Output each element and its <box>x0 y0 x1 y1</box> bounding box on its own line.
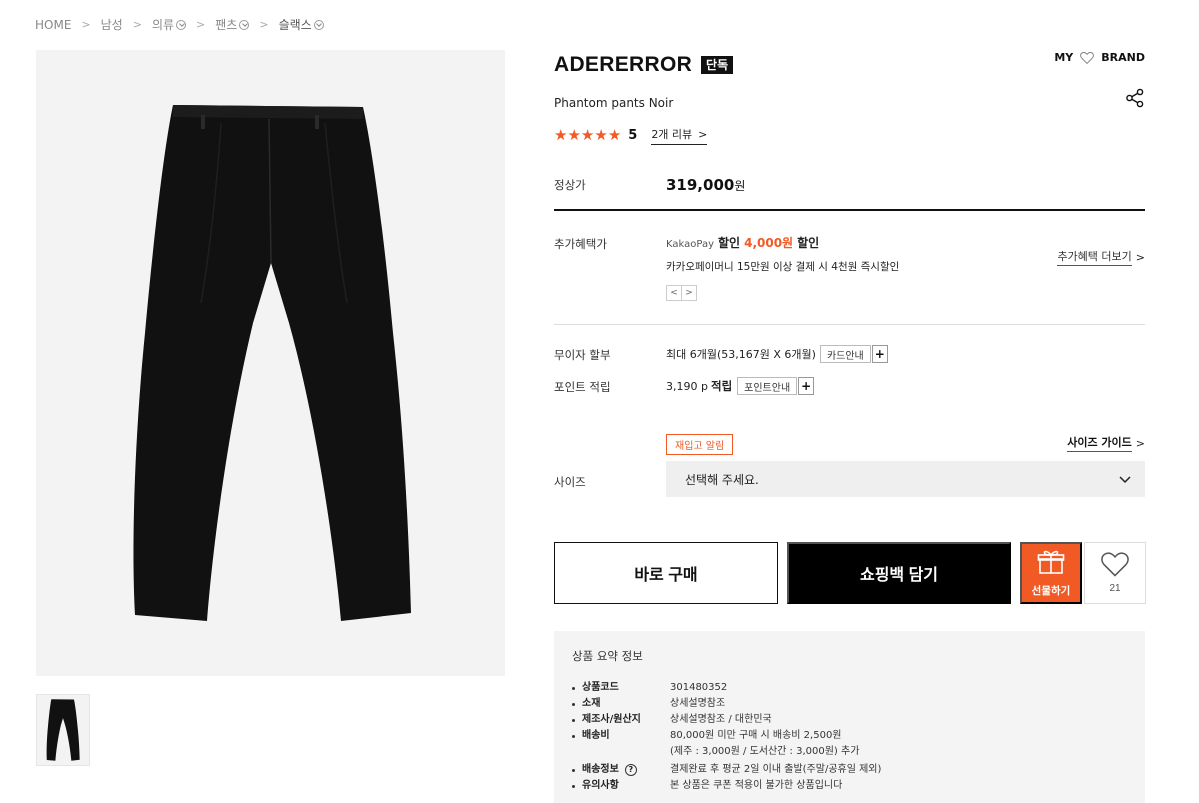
breadcrumb-home[interactable]: HOME <box>35 18 71 32</box>
breadcrumb-separator-icon: > <box>132 18 142 31</box>
breadcrumb: HOME > 남성 > 의류 > 팬츠 > 슬랙스 <box>35 16 324 33</box>
size-select-placeholder: 선택해 주세요. <box>685 472 759 487</box>
pants-image <box>132 105 411 621</box>
bullet-icon <box>572 718 575 722</box>
buy-now-button[interactable]: 바로 구매 <box>554 542 778 604</box>
points-info-button[interactable]: 포인트안내 <box>737 377 798 395</box>
chevron-right-icon[interactable]: > <box>681 285 697 301</box>
my-brand-button[interactable]: MY BRAND <box>1054 51 1145 64</box>
points-value: 3,190 p <box>666 379 708 393</box>
product-name: Phantom pants Noir <box>554 96 674 110</box>
benefit-pager: < > <box>666 285 697 301</box>
restock-alert-button[interactable]: 재입고 알림 <box>666 434 734 455</box>
breadcrumb-slacks[interactable]: 슬랙스 <box>279 16 324 33</box>
chevron-down-icon[interactable] <box>239 19 250 30</box>
size-select[interactable]: 선택해 주세요. <box>666 461 1145 497</box>
points-label: 포인트 적립 <box>554 380 611 394</box>
bullet-icon <box>572 686 575 690</box>
help-icon[interactable]: ? <box>624 764 637 776</box>
product-name-row: Phantom pants Noir <box>554 88 1145 110</box>
heart-outline-icon[interactable] <box>1080 51 1095 64</box>
breadcrumb-pants[interactable]: 팬츠 <box>215 16 250 33</box>
price-value: 319,000원 <box>666 176 746 194</box>
add-to-cart-button[interactable]: 쇼핑백 담기 <box>787 542 1011 604</box>
pants-thumbnail-image <box>46 699 80 761</box>
price-label: 정상가 <box>554 178 586 192</box>
kakaopay-discount: KakaoPay 할인 4,000원 할인 <box>666 236 820 250</box>
divider <box>554 324 1145 325</box>
chevron-right-icon: > <box>1135 436 1145 450</box>
gift-label: 선물하기 <box>1031 584 1071 597</box>
product-summary: 상품 요약 정보 상품코드 301480352 소재 상세설명참조 제조사/원산지 상… <box>554 631 1145 803</box>
gift-button[interactable]: 선물하기 <box>1020 542 1082 604</box>
star-icon: ★ <box>594 126 608 144</box>
review-link[interactable]: 2개 리뷰 > <box>651 126 708 145</box>
benefit-note: 카카오페이머니 15만원 이상 결제 시 4천원 즉시할인 <box>666 261 900 273</box>
breadcrumb-clothing[interactable]: 의류 <box>152 16 187 33</box>
product-thumbnail[interactable] <box>36 694 90 766</box>
chevron-right-icon: > <box>698 127 708 141</box>
benefit-label: 추가혜택가 <box>554 237 607 251</box>
breadcrumb-men[interactable]: 남성 <box>101 16 123 33</box>
share-icon[interactable] <box>1125 88 1145 111</box>
discount-amount: 4,000원 <box>744 236 794 250</box>
heart-outline-icon <box>1101 552 1129 580</box>
summary-row: (제주 : 3,000원 / 도서산간 : 3,000원) 추가 <box>670 746 860 757</box>
like-count: 21 <box>1109 583 1121 594</box>
bullet-icon <box>572 734 575 738</box>
points-row: 3,190 p 적립 포인트안내 + <box>666 377 815 395</box>
bullet-icon <box>572 784 575 788</box>
size-label: 사이즈 <box>554 475 586 489</box>
summary-row: 배송비 80,000원 미만 구매 시 배송비 2,500원 <box>572 728 1127 744</box>
chevron-down-icon[interactable] <box>176 19 187 30</box>
like-button[interactable]: 21 <box>1084 542 1146 604</box>
brand-name[interactable]: ADERERROR <box>554 53 692 77</box>
card-info-button[interactable]: 카드안내 <box>819 345 871 363</box>
installment-value: 최대 6개월(53,167원 X 6개월) <box>666 348 816 361</box>
plus-icon[interactable]: + <box>798 377 815 395</box>
star-icon: ★ <box>580 126 595 144</box>
bullet-icon <box>572 768 575 772</box>
size-guide-link[interactable]: 사이즈 가이드 > <box>1067 434 1145 452</box>
divider <box>554 209 1145 211</box>
chevron-left-icon[interactable]: < <box>666 285 682 301</box>
star-icon: ★ <box>567 126 581 144</box>
rating-row: ★ ★ ★ ★ ★ 5 2개 리뷰 > <box>554 126 1145 145</box>
rating-value: 5 <box>628 128 638 143</box>
more-benefits-link[interactable]: 추가혜택 더보기 > <box>1057 248 1145 266</box>
summary-row: 배송정보? 결제완료 후 평균 2일 이내 출발(주말/공휴일 제외) <box>572 762 1127 778</box>
chevron-right-icon: > <box>1135 250 1145 264</box>
summary-row: 상품코드 301480352 <box>572 680 1127 696</box>
brand-label: BRAND <box>1101 51 1145 64</box>
breadcrumb-separator-icon: > <box>259 18 269 31</box>
my-label: MY <box>1054 51 1074 64</box>
product-info-panel: ADERERROR 단독 MY BRAND Phantom pants Noir… <box>554 50 1145 145</box>
breadcrumb-separator-icon: > <box>196 18 206 31</box>
installment-row: 최대 6개월(53,167원 X 6개월) 카드안내 + <box>666 345 888 363</box>
summary-row: 유의사항 본 상품은 쿠폰 적용이 불가한 상품입니다 <box>572 778 1127 794</box>
plus-icon[interactable]: + <box>871 345 888 363</box>
installment-label: 무이자 할부 <box>554 348 611 362</box>
brand-row: ADERERROR 단독 MY BRAND <box>554 50 1145 80</box>
product-main-image[interactable] <box>36 50 505 676</box>
summary-row: 소재 상세설명참조 <box>572 696 1127 712</box>
gift-icon <box>1037 549 1065 578</box>
star-icon: ★ <box>607 126 622 144</box>
summary-row: 제조사/원산지 상세설명참조 / 대한민국 <box>572 712 1127 728</box>
breadcrumb-separator-icon: > <box>81 18 91 31</box>
star-rating: ★ ★ ★ ★ ★ <box>554 128 621 143</box>
bullet-icon <box>572 702 575 706</box>
summary-title: 상품 요약 정보 <box>572 649 643 663</box>
exclusive-badge: 단독 <box>701 56 734 74</box>
kakaopay-label: KakaoPay <box>666 239 714 250</box>
chevron-down-icon <box>1119 473 1131 487</box>
star-icon: ★ <box>554 126 568 144</box>
chevron-down-icon[interactable] <box>313 19 324 30</box>
